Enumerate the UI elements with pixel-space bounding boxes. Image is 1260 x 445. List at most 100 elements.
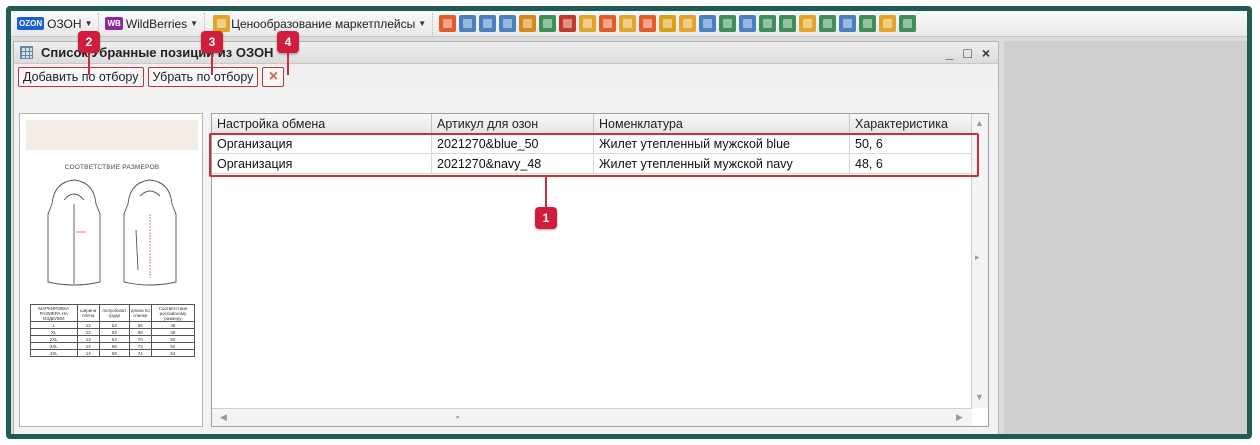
toolbar-tool-icon[interactable]: [718, 15, 736, 32]
toolbar-tool-icon[interactable]: [538, 15, 556, 32]
size-table-cell: 14: [76, 342, 100, 350]
toolbar-tool-icon[interactable]: [438, 15, 456, 32]
table-header: Настройка обмена Артикул для озон Номенк…: [212, 114, 972, 134]
size-table-row: XL 12 53 68 48: [30, 328, 196, 336]
size-table-header: длина по спинке: [128, 304, 152, 322]
size-table-row: 2XL 13 54 70 50: [30, 335, 196, 343]
callout-leader-3: [211, 53, 213, 75]
column-header-ozon-article[interactable]: Артикул для озон: [432, 114, 594, 134]
toolbar-tool-icon[interactable]: [618, 15, 636, 32]
chevron-down-icon: ▼: [84, 19, 93, 28]
app-frame: OZON ОЗОН ▼ WB WildBerries ▼ Ценообразов…: [6, 6, 1252, 439]
size-table-cell: 46: [150, 321, 196, 329]
toolbar-tool-icon[interactable]: [738, 15, 756, 32]
vest-drawing-icon: [47, 179, 177, 286]
size-table-cell: 12: [76, 328, 100, 336]
size-table-cell: 50: [150, 335, 196, 343]
toolbar-tool-icon[interactable]: [478, 15, 496, 32]
callout-badge-2: 2: [78, 31, 100, 53]
maximize-button[interactable]: □: [963, 45, 971, 61]
toolbar-tool-icon[interactable]: [838, 15, 856, 32]
size-table-cell: XL: [30, 328, 78, 336]
size-table-cell: 54: [150, 349, 196, 357]
toolbar-tool-icon[interactable]: [578, 15, 596, 32]
size-table-cell: 3XL: [30, 342, 78, 350]
column-header-exchange-setting[interactable]: Настройка обмена: [212, 114, 432, 134]
column-header-characteristic[interactable]: Характеристика: [850, 114, 972, 134]
scroll-thumb-icon[interactable]: ▸: [975, 252, 980, 263]
toolbar-tool-icon[interactable]: [818, 15, 836, 32]
size-table-row: L 12 52 66 46: [30, 321, 196, 329]
size-table-header: ширина плеча: [76, 304, 100, 322]
scroll-right-icon[interactable]: ▶: [956, 412, 963, 423]
toolbar-tool-icon[interactable]: [698, 15, 716, 32]
product-image-preview: СООТВЕТСТВИЕ РАЗМЕРОВ МАРКИРОВКА РАЗМЕРА: [19, 113, 203, 427]
size-chart-title: СООТВЕТСТВИЕ РАЗМЕРОВ: [64, 164, 160, 171]
ozon-menu-label: ОЗОН: [47, 16, 82, 31]
callout-badge-3: 3: [201, 31, 223, 53]
minimize-button[interactable]: _: [946, 45, 954, 61]
horizontal-scrollbar[interactable]: ◀ ▪ ▶: [212, 408, 972, 426]
toolbar-tool-icon[interactable]: [798, 15, 816, 32]
size-table-cell: 48: [150, 328, 196, 336]
size-table-header: МАРКИРОВКА РАЗМЕРА НА ИЗДЕЛИИ: [30, 304, 78, 322]
callout-leader-2: [88, 53, 90, 75]
size-table-cell: 54: [98, 335, 130, 343]
size-table-row: 3XL 14 56 72 52: [30, 342, 196, 350]
size-table-cell: 70: [128, 335, 152, 343]
wildberries-menu[interactable]: WB WildBerries ▼: [103, 12, 206, 35]
size-table-cell: 2XL: [30, 335, 78, 343]
toolbar-tool-icon[interactable]: [678, 15, 696, 32]
list-grid-icon: [20, 46, 33, 59]
toolbar-tool-icon[interactable]: [498, 15, 516, 32]
callout-badge-1: 1: [535, 207, 557, 229]
chevron-down-icon: ▼: [190, 19, 199, 28]
remove-by-filter-button[interactable]: Убрать по отбору: [147, 67, 259, 87]
toolbar-tool-icon[interactable]: [518, 15, 536, 32]
size-table-cell: L: [30, 321, 78, 329]
side-panel: [1004, 41, 1247, 434]
callout-leader-1: [545, 177, 547, 207]
rows-highlight-box: [209, 133, 979, 177]
callout-badge-4: 4: [277, 31, 299, 53]
column-header-nomenclature[interactable]: Номенклатура: [594, 114, 850, 134]
scroll-down-icon[interactable]: ▼: [975, 392, 984, 402]
size-table-cell: 66: [128, 321, 152, 329]
window-controls: _ □ ×: [946, 45, 998, 61]
size-table-cell: 14: [76, 349, 100, 357]
image-header-band: [26, 120, 198, 150]
scroll-thumb-icon[interactable]: ▪: [456, 412, 459, 422]
toolbar-tool-icon[interactable]: [778, 15, 796, 32]
add-by-filter-button[interactable]: Добавить по отбору: [18, 67, 144, 87]
size-table-cell: 53: [98, 328, 130, 336]
scroll-up-icon[interactable]: ▲: [975, 118, 984, 128]
toolbar-tool-icon[interactable]: [878, 15, 896, 32]
size-table-cell: 58: [98, 349, 130, 357]
pricing-icon: [212, 15, 230, 32]
toolbar-tool-icon[interactable]: [858, 15, 876, 32]
close-button[interactable]: ×: [982, 45, 990, 61]
toolbar-tool-icon[interactable]: [598, 15, 616, 32]
size-table-row: 4XL 14 58 74 54: [30, 349, 196, 357]
ozon-logo-icon: OZON: [17, 17, 45, 30]
size-table: МАРКИРОВКА РАЗМЕРА НА ИЗДЕЛИИ ширина плеч…: [30, 304, 196, 357]
size-table-cell: 74: [128, 349, 152, 357]
size-table-cell: 12: [76, 321, 100, 329]
size-table-cell: 4XL: [30, 349, 78, 357]
scroll-left-icon[interactable]: ◀: [220, 412, 227, 423]
toolbar-tool-icon[interactable]: [898, 15, 916, 32]
toolbar-tool-icon[interactable]: [638, 15, 656, 32]
delete-icon[interactable]: ×: [262, 67, 285, 87]
main-toolbar: OZON ОЗОН ▼ WB WildBerries ▼ Ценообразов…: [11, 11, 1247, 37]
toolbar-tool-icon[interactable]: [658, 15, 676, 32]
pricing-menu[interactable]: Ценообразование маркетплейсы ▼: [209, 12, 434, 35]
command-bar: Добавить по отбору Убрать по отбору ×: [14, 64, 998, 90]
chevron-down-icon: ▼: [418, 19, 427, 28]
toolbar-tool-icon[interactable]: [558, 15, 576, 32]
size-table-cell: 56: [98, 342, 130, 350]
callout-leader-4: [287, 53, 289, 75]
wildberries-logo-icon: WB: [105, 17, 123, 30]
toolbar-icon-strip: [437, 15, 917, 32]
toolbar-tool-icon[interactable]: [758, 15, 776, 32]
toolbar-tool-icon[interactable]: [458, 15, 476, 32]
